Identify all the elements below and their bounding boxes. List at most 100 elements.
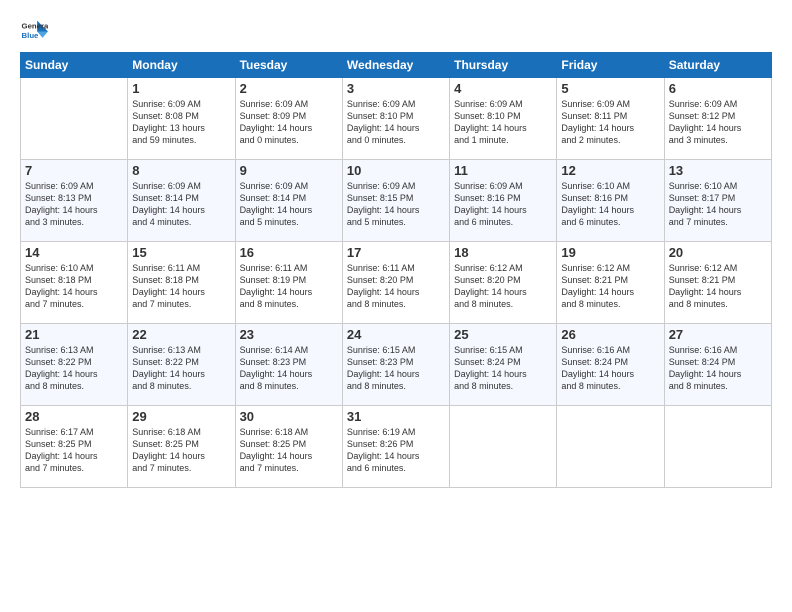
calendar-cell: 8 Sunrise: 6:09 AM Sunset: 8:14 PM Daylig… xyxy=(128,160,235,242)
day-info: Sunrise: 6:09 AM Sunset: 8:12 PM Dayligh… xyxy=(669,98,767,147)
calendar-cell: 16 Sunrise: 6:11 AM Sunset: 8:19 PM Dayli… xyxy=(235,242,342,324)
calendar-cell: 2Sunrise: 6:09 AM Sunset: 8:09 PM Daylig… xyxy=(235,78,342,160)
day-number: 14 xyxy=(25,245,123,260)
day-number: 7 xyxy=(25,163,123,178)
day-number: 23 xyxy=(240,327,338,342)
day-number: 10 xyxy=(347,163,445,178)
calendar-cell: 14 Sunrise: 6:10 AM Sunset: 8:18 PM Dayli… xyxy=(21,242,128,324)
day-info: Sunrise: 6:09 AM Sunset: 8:14 PM Dayligh… xyxy=(240,180,338,229)
calendar-cell: 4 Sunrise: 6:09 AM Sunset: 8:10 PM Daylig… xyxy=(450,78,557,160)
header-cell-monday: Monday xyxy=(128,53,235,78)
week-row-1: 1 Sunrise: 6:09 AM Sunset: 8:08 PM Daylig… xyxy=(21,78,772,160)
day-number: 31 xyxy=(347,409,445,424)
day-info: Sunrise: 6:15 AM Sunset: 8:23 PM Dayligh… xyxy=(347,344,445,393)
day-info: Sunrise: 6:18 AM Sunset: 8:25 PM Dayligh… xyxy=(132,426,230,475)
day-info: Sunrise: 6:09 AM Sunset: 8:10 PM Dayligh… xyxy=(347,98,445,147)
day-number: 9 xyxy=(240,163,338,178)
day-number: 22 xyxy=(132,327,230,342)
logo: General Blue xyxy=(20,16,48,44)
day-number: 21 xyxy=(25,327,123,342)
day-info: Sunrise: 6:14 AM Sunset: 8:23 PM Dayligh… xyxy=(240,344,338,393)
calendar-cell: 21Sunrise: 6:13 AM Sunset: 8:22 PM Dayli… xyxy=(21,324,128,406)
day-info: Sunrise: 6:09 AM Sunset: 8:08 PM Dayligh… xyxy=(132,98,230,147)
header-row: SundayMondayTuesdayWednesdayThursdayFrid… xyxy=(21,53,772,78)
day-number: 24 xyxy=(347,327,445,342)
day-info: Sunrise: 6:09 AM Sunset: 8:13 PM Dayligh… xyxy=(25,180,123,229)
day-info: Sunrise: 6:09 AM Sunset: 8:16 PM Dayligh… xyxy=(454,180,552,229)
day-number: 28 xyxy=(25,409,123,424)
week-row-2: 7 Sunrise: 6:09 AM Sunset: 8:13 PM Daylig… xyxy=(21,160,772,242)
calendar-cell: 31 Sunrise: 6:19 AM Sunset: 8:26 PM Dayli… xyxy=(342,406,449,488)
day-number: 29 xyxy=(132,409,230,424)
day-info: Sunrise: 6:12 AM Sunset: 8:20 PM Dayligh… xyxy=(454,262,552,311)
day-number: 30 xyxy=(240,409,338,424)
calendar-cell: 13 Sunrise: 6:10 AM Sunset: 8:17 PM Dayli… xyxy=(664,160,771,242)
day-number: 19 xyxy=(561,245,659,260)
week-row-3: 14 Sunrise: 6:10 AM Sunset: 8:18 PM Dayli… xyxy=(21,242,772,324)
header: General Blue xyxy=(20,16,772,44)
day-info: Sunrise: 6:13 AM Sunset: 8:22 PM Dayligh… xyxy=(132,344,230,393)
day-number: 20 xyxy=(669,245,767,260)
day-number: 5 xyxy=(561,81,659,96)
calendar-cell: 5Sunrise: 6:09 AM Sunset: 8:11 PM Daylig… xyxy=(557,78,664,160)
calendar-cell: 30 Sunrise: 6:18 AM Sunset: 8:25 PM Dayli… xyxy=(235,406,342,488)
day-info: Sunrise: 6:11 AM Sunset: 8:18 PM Dayligh… xyxy=(132,262,230,311)
day-info: Sunrise: 6:17 AM Sunset: 8:25 PM Dayligh… xyxy=(25,426,123,475)
day-info: Sunrise: 6:15 AM Sunset: 8:24 PM Dayligh… xyxy=(454,344,552,393)
page: General Blue SundayMondayTuesdayWednesda… xyxy=(0,0,792,612)
svg-text:Blue: Blue xyxy=(22,31,40,40)
header-cell-tuesday: Tuesday xyxy=(235,53,342,78)
day-info: Sunrise: 6:12 AM Sunset: 8:21 PM Dayligh… xyxy=(669,262,767,311)
day-info: Sunrise: 6:18 AM Sunset: 8:25 PM Dayligh… xyxy=(240,426,338,475)
day-info: Sunrise: 6:11 AM Sunset: 8:20 PM Dayligh… xyxy=(347,262,445,311)
calendar-cell: 24 Sunrise: 6:15 AM Sunset: 8:23 PM Dayli… xyxy=(342,324,449,406)
day-number: 12 xyxy=(561,163,659,178)
day-number: 13 xyxy=(669,163,767,178)
day-number: 4 xyxy=(454,81,552,96)
day-info: Sunrise: 6:16 AM Sunset: 8:24 PM Dayligh… xyxy=(669,344,767,393)
calendar-cell xyxy=(450,406,557,488)
day-info: Sunrise: 6:09 AM Sunset: 8:10 PM Dayligh… xyxy=(454,98,552,147)
calendar-table: SundayMondayTuesdayWednesdayThursdayFrid… xyxy=(20,52,772,488)
day-number: 16 xyxy=(240,245,338,260)
calendar-cell: 20 Sunrise: 6:12 AM Sunset: 8:21 PM Dayli… xyxy=(664,242,771,324)
day-number: 15 xyxy=(132,245,230,260)
day-number: 11 xyxy=(454,163,552,178)
calendar-cell: 22 Sunrise: 6:13 AM Sunset: 8:22 PM Dayli… xyxy=(128,324,235,406)
day-info: Sunrise: 6:19 AM Sunset: 8:26 PM Dayligh… xyxy=(347,426,445,475)
day-info: Sunrise: 6:09 AM Sunset: 8:15 PM Dayligh… xyxy=(347,180,445,229)
week-row-4: 21 Sunrise: 6:13 AM Sunset: 8:22 PM Dayli… xyxy=(21,324,772,406)
calendar-cell: 7 Sunrise: 6:09 AM Sunset: 8:13 PM Daylig… xyxy=(21,160,128,242)
calendar-cell: 25 Sunrise: 6:15 AM Sunset: 8:24 PM Dayli… xyxy=(450,324,557,406)
calendar-cell: 17Sunrise: 6:11 AM Sunset: 8:20 PM Dayli… xyxy=(342,242,449,324)
day-number: 8 xyxy=(132,163,230,178)
calendar-cell: 10 Sunrise: 6:09 AM Sunset: 8:15 PM Dayli… xyxy=(342,160,449,242)
day-number: 25 xyxy=(454,327,552,342)
day-info: Sunrise: 6:11 AM Sunset: 8:19 PM Dayligh… xyxy=(240,262,338,311)
header-cell-thursday: Thursday xyxy=(450,53,557,78)
header-cell-sunday: Sunday xyxy=(21,53,128,78)
day-number: 3 xyxy=(347,81,445,96)
calendar-cell: 29 Sunrise: 6:18 AM Sunset: 8:25 PM Dayli… xyxy=(128,406,235,488)
calendar-cell: 3 Sunrise: 6:09 AM Sunset: 8:10 PM Daylig… xyxy=(342,78,449,160)
day-info: Sunrise: 6:10 AM Sunset: 8:18 PM Dayligh… xyxy=(25,262,123,311)
calendar-cell: 18Sunrise: 6:12 AM Sunset: 8:20 PM Dayli… xyxy=(450,242,557,324)
calendar-cell: 26Sunrise: 6:16 AM Sunset: 8:24 PM Dayli… xyxy=(557,324,664,406)
day-info: Sunrise: 6:10 AM Sunset: 8:17 PM Dayligh… xyxy=(669,180,767,229)
day-info: Sunrise: 6:09 AM Sunset: 8:14 PM Dayligh… xyxy=(132,180,230,229)
calendar-cell: 15 Sunrise: 6:11 AM Sunset: 8:18 PM Dayli… xyxy=(128,242,235,324)
calendar-cell xyxy=(664,406,771,488)
calendar-cell: 12 Sunrise: 6:10 AM Sunset: 8:16 PM Dayli… xyxy=(557,160,664,242)
logo-icon: General Blue xyxy=(20,16,48,44)
day-number: 26 xyxy=(561,327,659,342)
day-number: 1 xyxy=(132,81,230,96)
day-info: Sunrise: 6:10 AM Sunset: 8:16 PM Dayligh… xyxy=(561,180,659,229)
calendar-cell: 27 Sunrise: 6:16 AM Sunset: 8:24 PM Dayli… xyxy=(664,324,771,406)
day-number: 6 xyxy=(669,81,767,96)
header-cell-wednesday: Wednesday xyxy=(342,53,449,78)
week-row-5: 28 Sunrise: 6:17 AM Sunset: 8:25 PM Dayli… xyxy=(21,406,772,488)
day-info: Sunrise: 6:09 AM Sunset: 8:09 PM Dayligh… xyxy=(240,98,338,147)
calendar-cell: 28 Sunrise: 6:17 AM Sunset: 8:25 PM Dayli… xyxy=(21,406,128,488)
calendar-cell: 23 Sunrise: 6:14 AM Sunset: 8:23 PM Dayli… xyxy=(235,324,342,406)
day-number: 27 xyxy=(669,327,767,342)
